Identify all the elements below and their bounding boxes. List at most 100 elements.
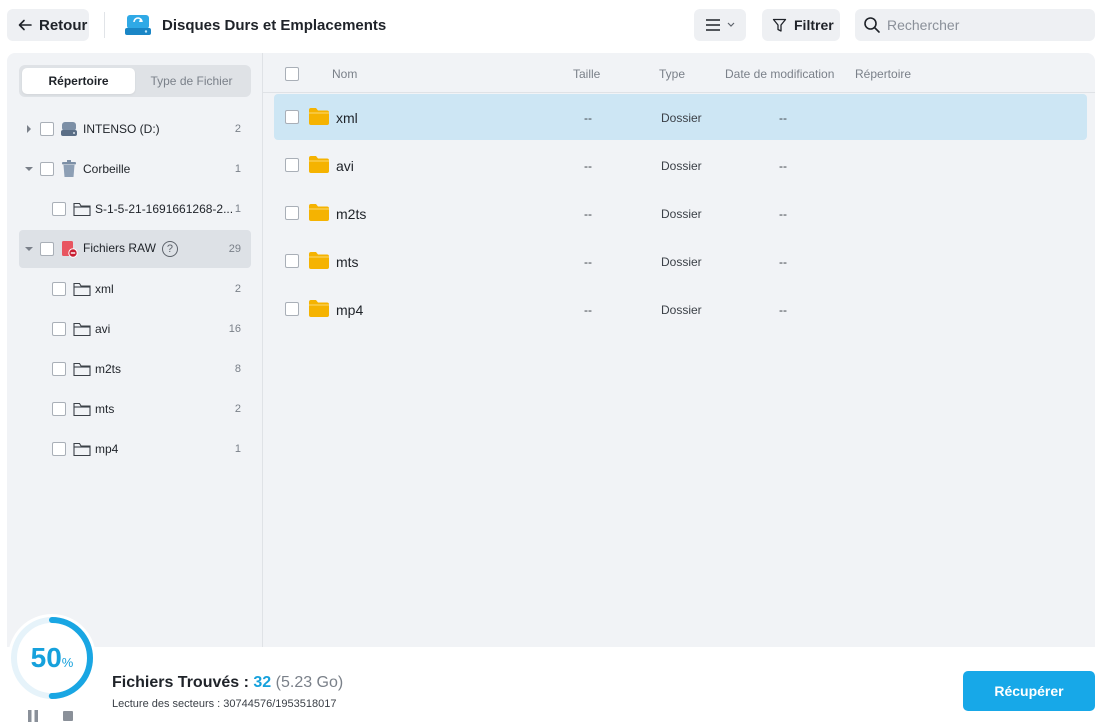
tree-item-label: S-1-5-21-1691661268-2... — [95, 202, 234, 216]
directory-panel: Répertoire Type de Fichier INTENSO (D:) … — [7, 53, 263, 647]
tree-item-count: 1 — [234, 443, 241, 455]
row-size: -- — [584, 111, 592, 125]
arrow-left-icon — [18, 19, 32, 31]
checkbox[interactable] — [52, 282, 66, 296]
list-icon — [706, 19, 720, 31]
row-date: -- — [779, 159, 787, 173]
table-row[interactable]: m2ts -- Dossier -- — [274, 190, 1087, 236]
folder-outline-icon — [73, 400, 91, 418]
folder-outline-icon — [73, 280, 91, 298]
tree-item-mp4[interactable]: mp4 1 — [19, 430, 251, 468]
table-row[interactable]: avi -- Dossier -- — [274, 142, 1087, 188]
caret-right-icon[interactable] — [25, 125, 33, 133]
row-name: mp4 — [336, 302, 364, 318]
tab-file-type[interactable]: Type de Fichier — [135, 68, 248, 94]
row-size: -- — [584, 303, 592, 317]
row-type: Dossier — [661, 255, 702, 269]
checkbox[interactable] — [40, 162, 54, 176]
column-date[interactable]: Date de modification — [725, 67, 834, 81]
column-size[interactable]: Taille — [573, 67, 600, 81]
tree-item-count: 1 — [234, 163, 241, 175]
checkbox[interactable] — [40, 122, 54, 136]
row-name: xml — [336, 110, 358, 126]
checkbox[interactable] — [285, 110, 299, 124]
search-box[interactable] — [855, 9, 1095, 41]
tree-item-mts[interactable]: mts 2 — [19, 390, 251, 428]
select-all-checkbox[interactable] — [285, 67, 299, 81]
checkbox[interactable] — [285, 254, 299, 268]
hard-drive-icon — [125, 15, 151, 35]
table-row[interactable]: xml -- Dossier -- — [274, 94, 1087, 140]
filter-label: Filtrer — [794, 17, 834, 33]
tree-item-recycle-bin[interactable]: Corbeille 1 — [19, 150, 251, 188]
checkbox[interactable] — [52, 202, 66, 216]
checkbox[interactable] — [52, 322, 66, 336]
tree-item-count: 29 — [228, 243, 241, 255]
tree-item-label: m2ts — [95, 362, 122, 376]
tree-item-count: 16 — [228, 323, 241, 335]
tree-item-avi[interactable]: avi 16 — [19, 310, 251, 348]
checkbox[interactable] — [285, 302, 299, 316]
tree-item-label: avi — [95, 322, 111, 336]
tree-item-label: INTENSO (D:) — [83, 122, 160, 136]
table-row[interactable]: mp4 -- Dossier -- — [274, 286, 1087, 332]
search-icon — [864, 17, 880, 33]
filter-button[interactable]: Filtrer — [762, 9, 840, 41]
sectors-status: Lecture des secteurs : 30744576/19535180… — [112, 698, 337, 710]
tree-item-count: 1 — [234, 203, 241, 215]
checkbox[interactable] — [52, 402, 66, 416]
column-name[interactable]: Nom — [332, 67, 357, 81]
recover-button[interactable]: Récupérer — [963, 671, 1095, 711]
folder-outline-icon — [73, 360, 91, 378]
raw-files-icon — [60, 240, 78, 258]
tree-item-count: 2 — [234, 403, 241, 415]
folder-icon — [309, 108, 329, 125]
row-name: avi — [336, 158, 354, 174]
header: Retour Disques Durs et Emplacements Filt… — [0, 0, 1116, 52]
stop-icon[interactable] — [63, 711, 73, 721]
checkbox[interactable] — [52, 442, 66, 456]
scan-progress-ring: 50% — [6, 612, 98, 704]
row-size: -- — [584, 159, 592, 173]
folder-outline-icon — [73, 200, 91, 218]
tree-item-raw-files[interactable]: Fichiers RAW? 29 — [19, 230, 251, 268]
column-type[interactable]: Type — [659, 67, 685, 81]
tree-item-intenso[interactable]: INTENSO (D:) 2 — [19, 110, 251, 148]
tree-item-m2ts[interactable]: m2ts 8 — [19, 350, 251, 388]
column-directory[interactable]: Répertoire — [855, 67, 911, 81]
tree-item-count: 2 — [234, 123, 241, 135]
row-date: -- — [779, 255, 787, 269]
checkbox[interactable] — [285, 158, 299, 172]
back-button[interactable]: Retour — [7, 9, 89, 41]
row-size: -- — [584, 207, 592, 221]
tree-item-sid-folder[interactable]: S-1-5-21-1691661268-2... 1 — [19, 190, 251, 228]
back-label: Retour — [39, 16, 88, 34]
row-type: Dossier — [661, 159, 702, 173]
row-name: mts — [336, 254, 359, 270]
search-input[interactable] — [887, 17, 1087, 33]
files-found-summary: Fichiers Trouvés : 32 (5.23 Go) — [112, 674, 344, 691]
tree-item-label: Corbeille — [83, 162, 131, 176]
tree-item-xml[interactable]: xml 2 — [19, 270, 251, 308]
pause-icon[interactable] — [27, 710, 39, 722]
row-size: -- — [584, 255, 592, 269]
tree-item-count: 2 — [234, 283, 241, 295]
row-name: m2ts — [336, 206, 367, 222]
row-type: Dossier — [661, 111, 702, 125]
folder-icon — [309, 252, 329, 269]
table-row[interactable]: mts -- Dossier -- — [274, 238, 1087, 284]
tree-item-label: Fichiers RAW? — [83, 241, 178, 257]
caret-down-icon[interactable] — [25, 245, 33, 253]
view-tabs: Répertoire Type de Fichier — [19, 65, 251, 97]
tree-item-count: 8 — [234, 363, 241, 375]
progress-percent: 50% — [30, 642, 74, 673]
tab-directory[interactable]: Répertoire — [22, 68, 135, 94]
folder-outline-icon — [73, 440, 91, 458]
checkbox[interactable] — [52, 362, 66, 376]
row-date: -- — [779, 303, 787, 317]
caret-down-icon[interactable] — [25, 165, 33, 173]
help-icon[interactable]: ? — [161, 241, 178, 257]
checkbox[interactable] — [285, 206, 299, 220]
checkbox[interactable] — [40, 242, 54, 256]
view-menu-button[interactable] — [694, 9, 746, 41]
